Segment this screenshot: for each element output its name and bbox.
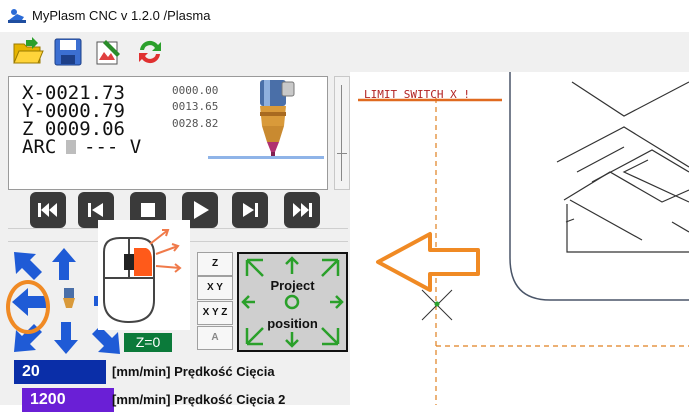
arc-label: ARC xyxy=(22,136,57,158)
toolpath-drawing xyxy=(358,72,689,405)
cut-speed-2-input[interactable]: 1200 xyxy=(22,388,114,412)
axis-xyz-button[interactable]: X Y Z xyxy=(197,301,233,325)
y-secondary-value: 0013.65 xyxy=(172,100,219,113)
z-zero-button[interactable]: Z=0 xyxy=(124,333,172,352)
skip-start-icon xyxy=(38,203,57,217)
step-forward-button[interactable] xyxy=(232,192,268,228)
move-arrows-icon xyxy=(241,256,344,348)
jog-down-right-icon xyxy=(92,326,120,354)
arc-indicator xyxy=(66,140,76,154)
cut-speed-label: [mm/min] Prędkość Cięcia xyxy=(112,364,275,379)
step-forward-icon xyxy=(243,203,258,217)
project-label: Project xyxy=(270,278,315,293)
mouse-hint-overlay xyxy=(98,220,190,330)
edit-image-icon[interactable] xyxy=(92,36,124,68)
jog-up-left-icon xyxy=(14,252,42,280)
torch-icon xyxy=(252,78,296,158)
x-secondary-value: 0000.00 xyxy=(172,84,219,97)
jog-up-icon xyxy=(52,248,76,280)
skip-start-button[interactable] xyxy=(30,192,66,228)
axis-a-button[interactable]: A xyxy=(197,326,233,350)
cut-speed-input[interactable]: 20 xyxy=(14,360,106,384)
mouse-icon xyxy=(103,229,182,324)
skip-end-icon xyxy=(293,203,312,217)
app-icon xyxy=(8,8,26,24)
save-icon[interactable] xyxy=(52,36,84,68)
jog-down-icon xyxy=(54,322,78,354)
jog-left-button[interactable] xyxy=(10,286,40,316)
arc-value: --- V xyxy=(84,136,142,158)
canvas-message-bg xyxy=(520,88,570,98)
vertical-scrollbar[interactable] xyxy=(334,76,350,190)
torch-height-bar xyxy=(208,156,324,159)
position-label: position xyxy=(267,316,318,331)
open-folder-icon[interactable] xyxy=(12,36,44,68)
limit-switch-message: LIMIT SWITCH X ! xyxy=(364,88,470,101)
axis-xy-button[interactable]: X Y xyxy=(197,276,233,300)
window-title: MyPlasm CNC v 1.2.0 /Plasma xyxy=(32,8,211,23)
refresh-icon[interactable] xyxy=(134,36,166,68)
axis-z-button[interactable]: Z xyxy=(197,252,233,276)
project-position-button[interactable]: Project position xyxy=(237,252,348,352)
skip-end-button[interactable] xyxy=(284,192,320,228)
z-secondary-value: 0028.82 xyxy=(172,117,219,130)
